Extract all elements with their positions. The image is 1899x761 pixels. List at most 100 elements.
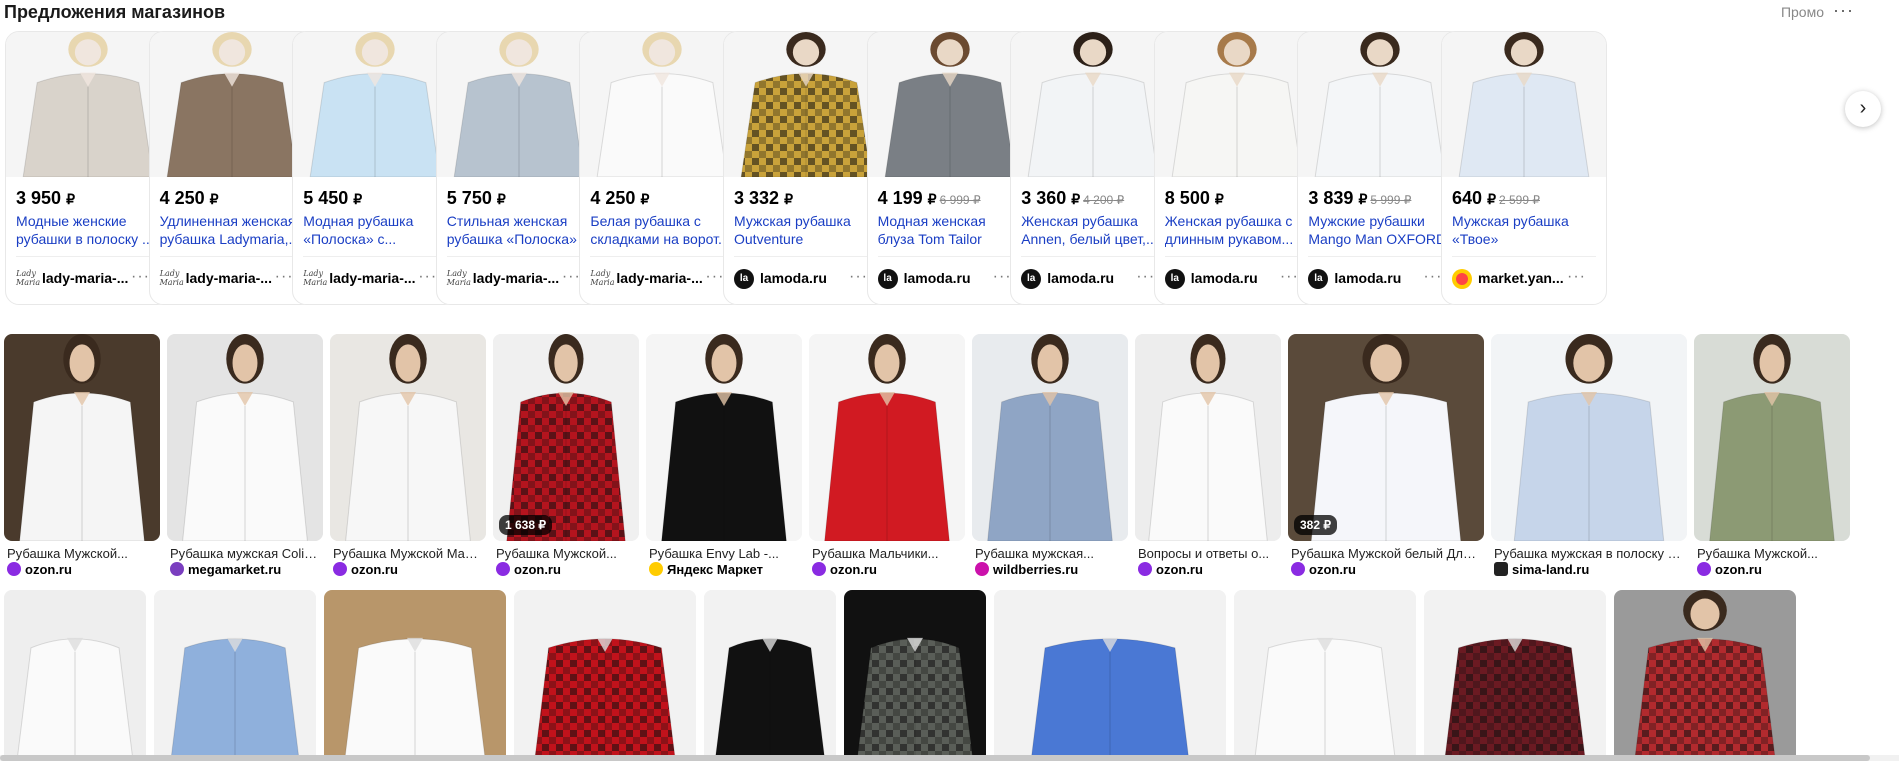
product-image[interactable]: [1011, 32, 1176, 177]
product-title-link[interactable]: Женская рубашка Annen, белый цвет,...: [1021, 212, 1169, 248]
result-source[interactable]: Яндекс Маркет: [649, 562, 763, 577]
image-result-tile[interactable]: Рубашка Мужской... ozon.ru: [1694, 334, 1850, 577]
image-result-tile[interactable]: 1 638 ₽ Рубашка Мужской... ozon.ru: [493, 334, 639, 577]
offer-card[interactable]: 4 199 ₽6 999 ₽ Модная женская блуза Tom …: [866, 31, 1033, 305]
shop-name[interactable]: lamoda.ru: [760, 270, 850, 286]
product-title-link[interactable]: Удлиненная женская рубашка Ladymaria,...: [160, 212, 308, 248]
offer-card[interactable]: 8 500 ₽ Женская рубашка с длинным рукаво…: [1153, 31, 1320, 305]
result-image[interactable]: [1694, 334, 1850, 541]
more-options-icon[interactable]: ···: [418, 268, 437, 286]
result-caption[interactable]: Рубашка Envy Lab -...: [649, 546, 801, 561]
result-source[interactable]: ozon.ru: [1291, 562, 1356, 577]
product-image[interactable]: [6, 32, 170, 177]
product-image[interactable]: [580, 32, 745, 177]
result-source[interactable]: sima-land.ru: [1494, 562, 1589, 577]
result-source[interactable]: wildberries.ru: [975, 562, 1078, 577]
result-caption[interactable]: Рубашка Мужской белый Длинны...: [1291, 546, 1483, 561]
more-options-icon[interactable]: ···: [1423, 268, 1442, 286]
shop-info[interactable]: la lamoda.ru ···: [734, 268, 884, 290]
product-title-link[interactable]: Стильная женская рубашка «Полоска» ...: [447, 212, 595, 248]
product-image[interactable]: [149, 32, 314, 177]
result-source[interactable]: megamarket.ru: [170, 562, 281, 577]
more-options-icon[interactable]: ···: [1833, 0, 1854, 21]
more-options-icon[interactable]: ···: [993, 268, 1012, 286]
result-source[interactable]: ozon.ru: [812, 562, 877, 577]
image-result-tile[interactable]: Вопросы и ответы о... ozon.ru: [1135, 334, 1281, 577]
result-image[interactable]: [994, 590, 1226, 761]
result-caption[interactable]: Рубашка Мужской...: [1697, 546, 1849, 561]
offer-card[interactable]: 640 ₽2 599 ₽ Мужская рубашка «Твое» mark…: [1441, 31, 1607, 305]
shop-info[interactable]: Lady Maria lady-maria-... ···: [446, 268, 597, 290]
product-title-link[interactable]: Модная рубашка «Полоска» с...: [303, 212, 451, 248]
more-options-icon[interactable]: ···: [275, 268, 294, 286]
result-image[interactable]: 382 ₽: [1288, 334, 1484, 541]
shop-info[interactable]: la lamoda.ru ···: [1308, 268, 1458, 290]
result-image[interactable]: [1234, 590, 1416, 761]
image-result-tile[interactable]: Рубашка мужская Colin's... megamarket.ru: [167, 334, 323, 577]
shop-info[interactable]: market.yan... ···: [1452, 268, 1602, 290]
image-result-tile[interactable]: Рубашка Мужской... ozon.ru: [4, 334, 160, 577]
product-image[interactable]: [867, 32, 1032, 177]
shop-name[interactable]: lady-maria-...: [616, 270, 706, 286]
result-image[interactable]: [324, 590, 506, 761]
result-caption[interactable]: Рубашка Мальчики...: [812, 546, 964, 561]
shop-name[interactable]: lamoda.ru: [1191, 270, 1281, 286]
product-title-link[interactable]: Мужские рубашки Mango Man OXFORD: [1308, 212, 1456, 248]
offer-card[interactable]: 3 332 ₽ Мужская рубашка Outventure la la…: [723, 31, 889, 305]
offer-card[interactable]: 3 950 ₽ Модные женские рубашки в полоску…: [5, 31, 171, 305]
result-image[interactable]: [1135, 334, 1281, 541]
result-image[interactable]: [514, 590, 696, 761]
result-image[interactable]: [646, 334, 802, 541]
more-options-icon[interactable]: ···: [562, 268, 581, 286]
product-image[interactable]: [293, 32, 458, 177]
chevron-right-icon[interactable]: ›: [1845, 91, 1881, 127]
shop-name[interactable]: market.yan...: [1478, 270, 1568, 286]
more-options-icon[interactable]: ···: [131, 268, 150, 286]
scrollbar-thumb[interactable]: [0, 755, 1870, 761]
shop-name[interactable]: lamoda.ru: [1047, 270, 1137, 286]
shop-name[interactable]: lamoda.ru: [904, 270, 994, 286]
product-image[interactable]: [724, 32, 888, 177]
result-caption[interactable]: Рубашка Мужской...: [7, 546, 159, 561]
result-source[interactable]: ozon.ru: [1697, 562, 1762, 577]
shop-name[interactable]: lady-maria-...: [473, 270, 563, 286]
product-title-link[interactable]: Модные женские рубашки в полоску ...: [16, 212, 164, 248]
result-image[interactable]: [4, 590, 146, 761]
product-image[interactable]: [1442, 32, 1606, 177]
result-image[interactable]: [167, 334, 323, 541]
result-image[interactable]: [844, 590, 986, 761]
result-source[interactable]: ozon.ru: [7, 562, 72, 577]
image-result-tile[interactable]: Рубашка мужская... wildberries.ru: [972, 334, 1128, 577]
result-source[interactable]: ozon.ru: [496, 562, 561, 577]
offer-card[interactable]: 5 450 ₽ Модная рубашка «Полоска» с... La…: [292, 31, 459, 305]
result-caption[interactable]: Рубашка мужская в полоску Reno,...: [1494, 546, 1686, 561]
shop-name[interactable]: lady-maria-...: [329, 270, 419, 286]
result-caption[interactable]: Рубашка Мужской Марс...: [333, 546, 485, 561]
result-source[interactable]: ozon.ru: [333, 562, 398, 577]
offer-card[interactable]: 4 250 ₽ Удлиненная женская рубашка Ladym…: [148, 31, 315, 305]
promo-label[interactable]: Промо: [1781, 4, 1824, 20]
result-caption[interactable]: Рубашка мужская...: [975, 546, 1127, 561]
result-source[interactable]: ozon.ru: [1138, 562, 1203, 577]
result-image[interactable]: [809, 334, 965, 541]
offer-card[interactable]: 4 250 ₽ Белая рубашка с складками на вор…: [579, 31, 746, 305]
image-result-tile[interactable]: 382 ₽ Рубашка Мужской белый Длинны... oz…: [1288, 334, 1484, 577]
shop-info[interactable]: Lady Maria lady-maria-... ···: [303, 268, 453, 290]
result-caption[interactable]: Рубашка мужская Colin's...: [170, 546, 322, 561]
result-caption[interactable]: Рубашка Мужской...: [496, 546, 638, 561]
image-result-tile[interactable]: Рубашка Мужской Марс... ozon.ru: [330, 334, 486, 577]
result-image[interactable]: [1424, 590, 1606, 761]
result-image[interactable]: [1614, 590, 1796, 761]
image-result-tile[interactable]: Рубашка Мальчики... ozon.ru: [809, 334, 965, 577]
more-options-icon[interactable]: ···: [1280, 268, 1299, 286]
result-image[interactable]: [1491, 334, 1687, 541]
more-options-icon[interactable]: ···: [849, 268, 868, 286]
offer-card[interactable]: 3 839 ₽5 999 ₽ Мужские рубашки Mango Man…: [1297, 31, 1464, 305]
shop-info[interactable]: Lady Maria lady-maria-... ···: [159, 268, 310, 290]
horizontal-scrollbar[interactable]: [0, 755, 1899, 761]
product-image[interactable]: [436, 32, 601, 177]
product-title-link[interactable]: Мужская рубашка Outventure: [734, 212, 882, 248]
product-title-link[interactable]: Мужская рубашка «Твое»: [1452, 212, 1600, 248]
result-image[interactable]: [972, 334, 1128, 541]
result-caption[interactable]: Вопросы и ответы о...: [1138, 546, 1280, 561]
